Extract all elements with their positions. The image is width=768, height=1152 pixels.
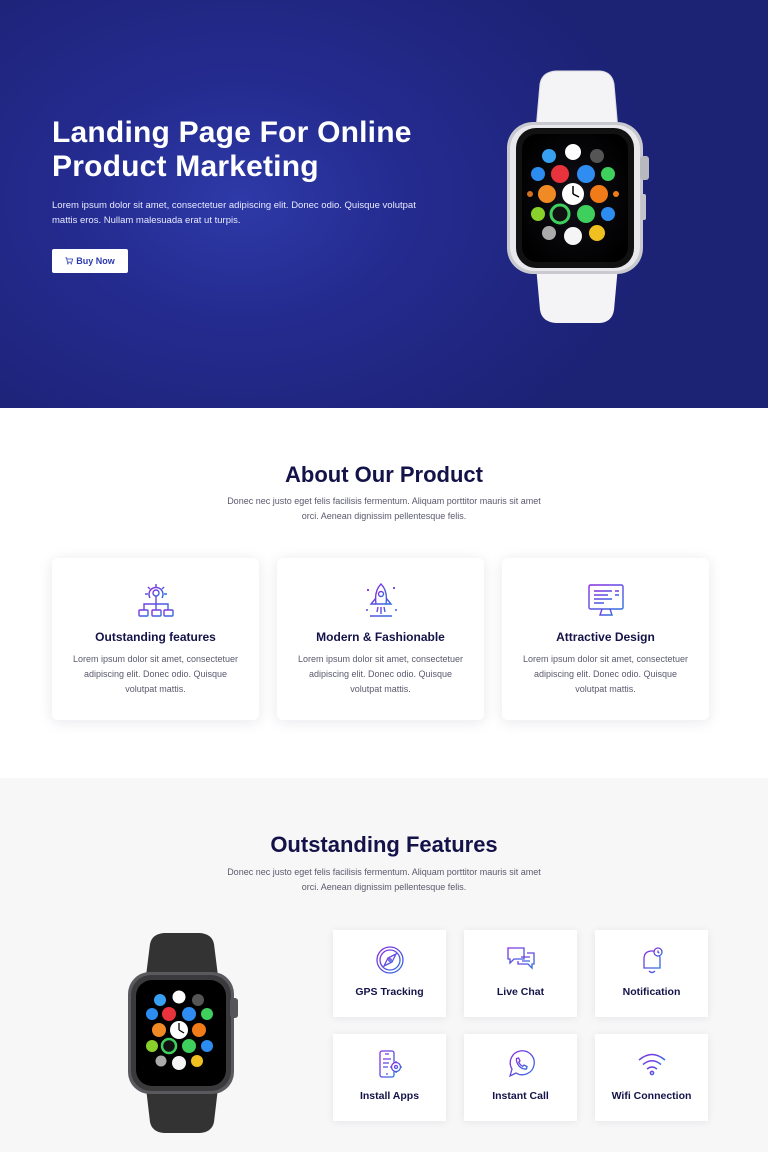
about-card-text: Lorem ipsum dolor sit amet, consectetuer… <box>72 654 239 694</box>
compass-icon <box>376 946 404 974</box>
hero-title: Landing Page For Online Product Marketin… <box>52 116 412 183</box>
feature-card-notification: Notification <box>595 930 708 1017</box>
whatsapp-icon <box>508 1050 535 1078</box>
about-card-outstanding-features: Outstanding features Lorem ipsum dolor s… <box>52 558 259 720</box>
smartwatch-black-image <box>128 933 238 1133</box>
about-card-title: Modern & Fashionable <box>316 630 445 644</box>
cart-icon <box>65 257 74 265</box>
about-card-modern-fashionable: Modern & Fashionable Lorem ipsum dolor s… <box>277 558 484 720</box>
rocket-icon <box>366 583 397 617</box>
smartwatch-white-image <box>507 70 649 323</box>
chat-icon <box>507 947 535 970</box>
feature-label: Install Apps <box>359 1090 420 1102</box>
features-subtitle: Donec nec justo eget felis facilisis fer… <box>227 867 541 892</box>
about-card-text: Lorem ipsum dolor sit amet, consectetuer… <box>297 654 464 694</box>
about-card-title: Attractive Design <box>556 630 655 644</box>
buy-now-button[interactable]: Buy Now <box>52 249 128 273</box>
hero-section: Landing Page For Online Product Marketin… <box>0 0 768 408</box>
about-card-text: Lorem ipsum dolor sit amet, consectetuer… <box>522 654 689 694</box>
feature-card-live-chat: Live Chat <box>464 930 577 1017</box>
wifi-icon <box>638 1053 666 1076</box>
feature-card-instant-call: Instant Call <box>464 1034 577 1121</box>
hero-text: Lorem ipsum dolor sit amet, consectetuer… <box>52 200 416 226</box>
about-card-attractive-design: Attractive Design Lorem ipsum dolor sit … <box>502 558 709 720</box>
features-title: Outstanding Features <box>270 832 498 857</box>
about-title: About Our Product <box>285 462 483 487</box>
phone-settings-icon <box>379 1050 402 1078</box>
bell-icon <box>641 947 663 974</box>
about-subtitle: Donec nec justo eget felis facilisis fer… <box>227 496 541 521</box>
feature-label: Live Chat <box>496 986 545 998</box>
gear-network-icon <box>138 584 174 617</box>
feature-label: Wifi Connection <box>611 1090 692 1102</box>
buy-now-label: Buy Now <box>76 256 115 266</box>
feature-card-gps-tracking: GPS Tracking <box>333 930 446 1017</box>
feature-label: Instant Call <box>492 1090 549 1102</box>
feature-card-wifi-connection: Wifi Connection <box>595 1034 708 1121</box>
monitor-icon <box>588 584 624 616</box>
feature-card-install-apps: Install Apps <box>333 1034 446 1121</box>
feature-label: Notification <box>622 986 681 998</box>
feature-label: GPS Tracking <box>355 986 424 998</box>
about-card-title: Outstanding features <box>95 630 216 644</box>
